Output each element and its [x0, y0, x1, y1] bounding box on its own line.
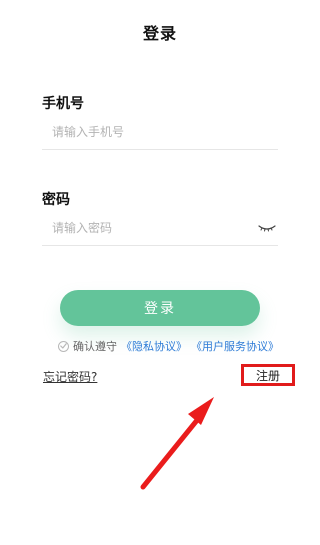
user-service-agreement-link[interactable]: 《用户服务协议》	[191, 338, 279, 354]
eye-closed-icon[interactable]	[256, 221, 278, 235]
password-input[interactable]	[42, 213, 256, 243]
login-page: 登录 手机号 密码 登录 确认遵守 《隐私协议》 《用户服务协议》 忘记密码? …	[0, 0, 320, 545]
forgot-password-link[interactable]: 忘记密码?	[43, 368, 97, 385]
register-button[interactable]: 注册	[241, 364, 295, 386]
privacy-agreement-link[interactable]: 《隐私协议》	[121, 338, 187, 354]
agreement-prefix: 确认遵守	[73, 340, 117, 353]
page-title: 登录	[142, 24, 177, 43]
password-input-row	[42, 211, 278, 246]
password-label: 密码	[42, 192, 70, 208]
red-arrow-annotation	[140, 397, 214, 490]
agreement-row: 确认遵守 《隐私协议》 《用户服务协议》	[58, 338, 279, 354]
phone-label: 手机号	[42, 96, 84, 112]
login-button[interactable]: 登录	[60, 290, 260, 326]
phone-input-row	[42, 115, 278, 150]
radio-circle-icon[interactable]	[58, 340, 69, 352]
phone-input[interactable]	[42, 117, 278, 147]
